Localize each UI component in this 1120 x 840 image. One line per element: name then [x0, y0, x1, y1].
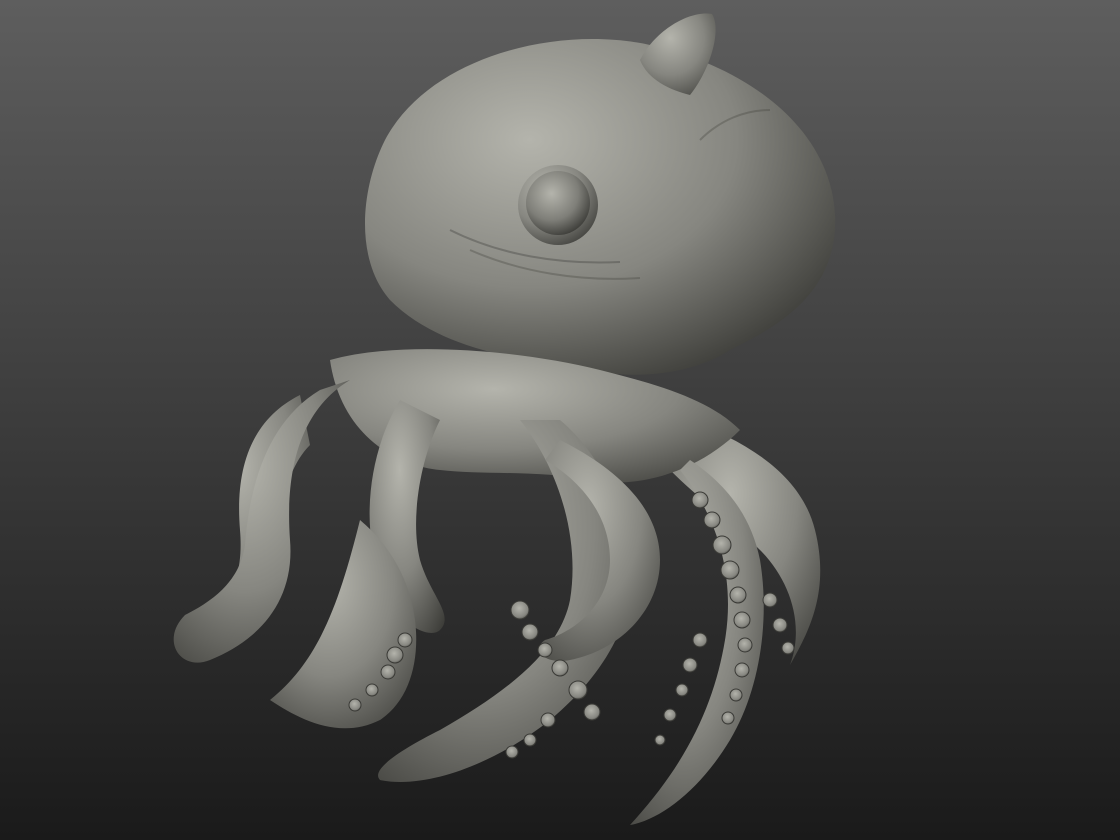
tentacle-sucker	[386, 646, 404, 664]
tentacle-sucker	[729, 688, 743, 702]
tentacle-sucker	[703, 511, 721, 529]
tentacle-sucker	[380, 664, 396, 680]
tentacle-sucker	[551, 659, 569, 677]
tentacle-sucker	[712, 535, 732, 555]
tentacle-sucker	[663, 708, 677, 722]
tentacle-sucker	[583, 703, 601, 721]
tentacle-sucker	[729, 586, 747, 604]
tentacle-sucker	[691, 491, 709, 509]
tentacle-sucker	[510, 600, 530, 620]
tentacle-sucker	[692, 632, 708, 648]
tentacle-sucker	[540, 712, 556, 728]
tentacle-sucker	[682, 657, 698, 673]
tentacle-sucker	[734, 662, 750, 678]
tentacle-sucker	[365, 683, 379, 697]
tentacle-sucker	[721, 711, 735, 725]
tentacle-sucker	[523, 733, 537, 747]
tentacle-sucker	[762, 592, 778, 608]
tentacle-sucker	[505, 745, 519, 759]
tentacle-sucker	[521, 623, 539, 641]
tentacle-sucker	[737, 637, 753, 653]
tentacle-sucker	[397, 632, 413, 648]
viewport-canvas[interactable]	[0, 0, 1120, 840]
tentacle-sucker	[568, 680, 588, 700]
tentacle-sucker	[348, 698, 362, 712]
octopus-eye	[526, 171, 590, 235]
sculpt-viewport[interactable]	[0, 0, 1120, 840]
tentacle-sucker	[720, 560, 740, 580]
tentacle-sucker	[675, 683, 689, 697]
tentacle-sucker	[733, 611, 751, 629]
tentacle-sucker	[537, 642, 553, 658]
tentacle-sucker	[781, 641, 795, 655]
tentacle-sucker	[654, 734, 666, 746]
tentacle-sucker	[772, 617, 788, 633]
